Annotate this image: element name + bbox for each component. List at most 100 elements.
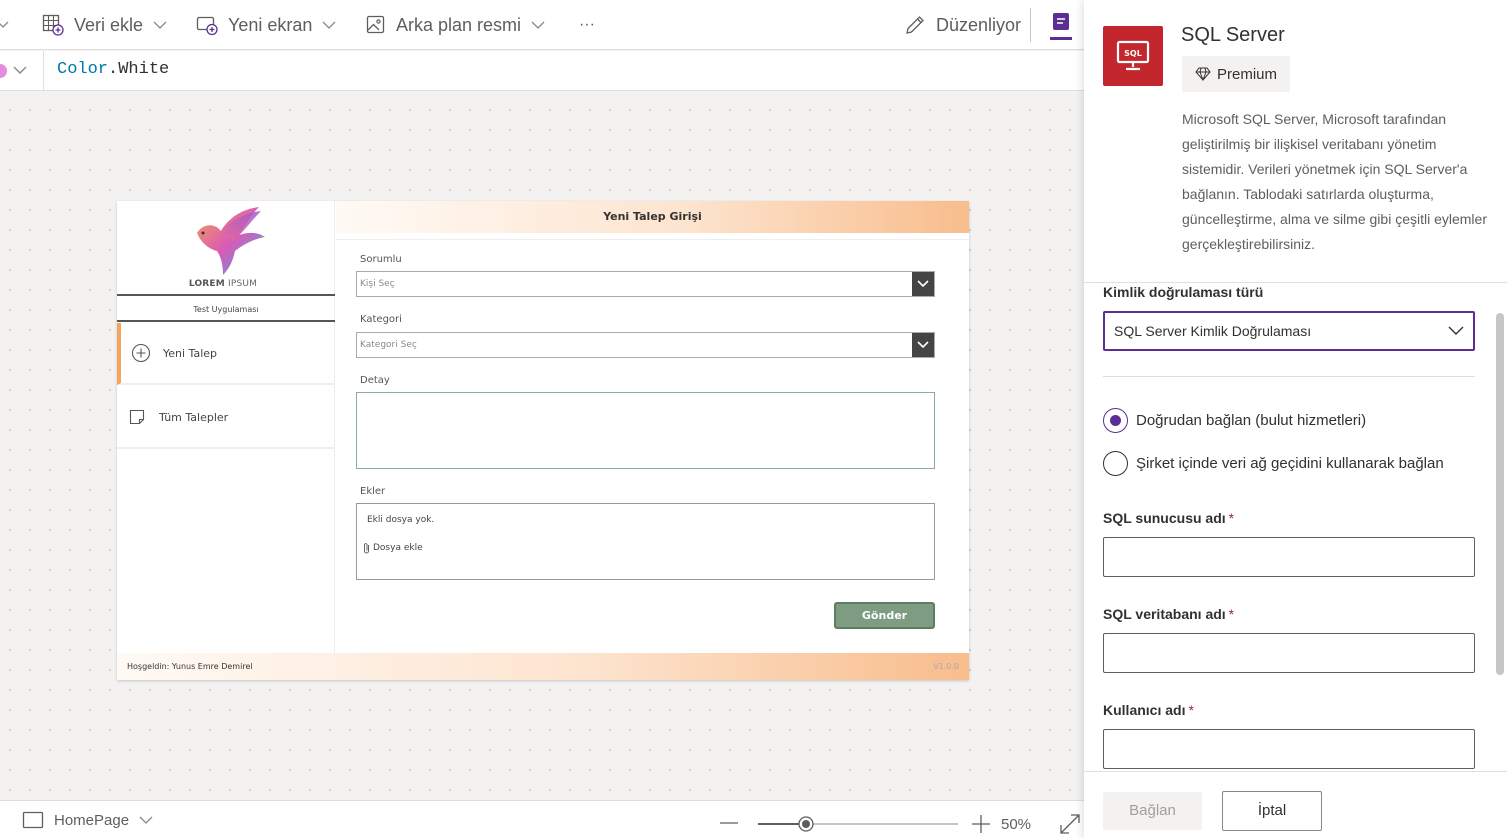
- attachments-empty: Ekli dosya yok.: [367, 515, 435, 525]
- new-screen-label: Yeni ekran: [228, 14, 313, 35]
- radio-gateway-connect[interactable]: Şirket içinde veri ağ geçidini kullanara…: [1103, 451, 1444, 476]
- note-icon: [129, 409, 145, 425]
- formula-input[interactable]: Color.White: [57, 60, 169, 79]
- welcome-text: Hoşgeldin: Yunus Emre Demirel: [127, 662, 253, 671]
- auth-type-value: SQL Server Kimlik Doğrulaması: [1114, 323, 1312, 339]
- required-mark: *: [1228, 510, 1235, 526]
- background-image-label: Arka plan resmi: [396, 14, 522, 35]
- detay-label: Detay: [360, 375, 390, 386]
- logo-text-bold: LOREM: [188, 279, 225, 289]
- radio-direct-label: Doğrudan bağlan (bulut hizmetleri): [1136, 412, 1367, 429]
- add-data-label: Veri ekle: [74, 14, 144, 35]
- more-label: ···: [579, 16, 595, 33]
- sorumlu-label: Sorumlu: [360, 254, 402, 265]
- collapse-chevron-icon[interactable]: [0, 0, 10, 50]
- connect-button[interactable]: Bağlan: [1103, 792, 1202, 830]
- required-mark: *: [1188, 702, 1194, 718]
- formula-bar: Color.White: [0, 51, 1084, 91]
- more-options-button[interactable]: ···: [579, 0, 595, 50]
- server-name-text: SQL sunucusu adı: [1103, 510, 1226, 526]
- zoom-out-icon[interactable]: [719, 813, 739, 833]
- sql-server-logo-icon: SQL: [1103, 26, 1163, 86]
- add-file-label: Dosya ekle: [373, 543, 423, 553]
- sorumlu-dropdown[interactable]: Kişi Seç: [356, 271, 935, 297]
- paperclip-icon: [364, 543, 369, 554]
- submit-button[interactable]: Gönder: [834, 602, 935, 629]
- notes-button[interactable]: [1050, 0, 1072, 50]
- logo-text: LOREM IPSUM: [117, 279, 329, 289]
- server-name-label: SQL sunucusu adı *: [1103, 510, 1234, 526]
- logo-text-light: IPSUM: [224, 279, 258, 289]
- auth-type-dropdown[interactable]: SQL Server Kimlik Doğrulaması: [1103, 311, 1475, 351]
- attachments-box[interactable]: Ekli dosya yok. Dosya ekle: [356, 503, 935, 580]
- sorumlu-placeholder: Kişi Seç: [360, 279, 395, 289]
- panel-scrollbar[interactable]: [1496, 313, 1504, 675]
- ekler-label: Ekler: [360, 486, 386, 497]
- section-divider: [1084, 282, 1507, 283]
- color-swatch-icon: [0, 64, 27, 78]
- svg-text:SQL: SQL: [1124, 49, 1142, 58]
- screen-icon: [22, 811, 44, 829]
- new-screen-icon: [196, 16, 218, 36]
- nav-item-label: Yeni Talep: [163, 346, 217, 360]
- toolbar-divider: [1030, 8, 1031, 42]
- zoom-level: 50%: [1001, 816, 1032, 833]
- screen-selector[interactable]: HomePage: [22, 811, 153, 829]
- premium-badge: Premium: [1182, 56, 1290, 92]
- bird-logo-icon: [197, 207, 265, 275]
- username-text: Kullanıcı adı: [1103, 702, 1186, 718]
- new-screen-button[interactable]: Yeni ekran: [196, 0, 336, 50]
- server-name-input[interactable]: [1103, 537, 1475, 577]
- app-preview[interactable]: LOREM IPSUM Test Uygulaması Yeni Talep T…: [117, 201, 969, 680]
- connector-description: Microsoft SQL Server, Microsoft tarafınd…: [1182, 111, 1487, 252]
- add-data-button[interactable]: Veri ekle: [42, 0, 167, 50]
- premium-label: Premium: [1217, 65, 1278, 83]
- chevron-down-icon: [139, 816, 153, 824]
- fit-to-screen-icon[interactable]: [1059, 813, 1081, 835]
- radio-direct-connect[interactable]: Doğrudan bağlan (bulut hizmetleri): [1103, 408, 1366, 433]
- database-name-input[interactable]: [1103, 633, 1475, 673]
- kategori-dropdown[interactable]: Kategori Seç: [356, 332, 935, 358]
- chevron-down-icon: [1448, 326, 1464, 335]
- background-image-button[interactable]: Arka plan resmi: [366, 0, 545, 50]
- auth-type-label: Kimlik doğrulaması türü: [1103, 284, 1264, 300]
- cancel-button[interactable]: İptal: [1222, 791, 1322, 831]
- app-sidebar: LOREM IPSUM Test Uygulaması Yeni Talep T…: [117, 201, 335, 653]
- username-input[interactable]: [1103, 729, 1475, 769]
- kategori-placeholder: Kategori Seç: [360, 340, 417, 350]
- version-text: V1.0.0: [933, 662, 959, 671]
- diamond-icon: [1195, 67, 1211, 81]
- username-label: Kullanıcı adı *: [1103, 702, 1194, 718]
- chevron-down-icon: [531, 21, 545, 29]
- nav-item-label: Tüm Talepler: [159, 410, 229, 424]
- property-selector[interactable]: [0, 51, 44, 91]
- app-footer: Hoşgeldin: Yunus Emre Demirel V1.0.0: [117, 653, 969, 680]
- nav-item-tum-talepler[interactable]: Tüm Talepler: [117, 387, 335, 449]
- app-header: Yeni Talep Girişi: [336, 201, 969, 233]
- chevron-down-icon: [912, 272, 934, 296]
- request-form: Sorumlu Kişi Seç Kategori Kategori Seç D…: [336, 239, 969, 653]
- chevron-down-icon: [153, 21, 167, 29]
- required-mark: *: [1228, 606, 1235, 622]
- editing-mode-button[interactable]: Düzenliyor: [904, 0, 1021, 50]
- image-icon: [366, 15, 385, 34]
- nav-item-yeni-talep[interactable]: Yeni Talep: [117, 323, 335, 385]
- add-file-link[interactable]: Dosya ekle: [363, 542, 423, 554]
- panel-footer: Bağlan İptal: [1084, 771, 1507, 838]
- connection-panel: SQL SQL Server Premium Microsoft SQL Ser…: [1084, 0, 1507, 838]
- editing-mode-label: Düzenliyor: [936, 14, 1022, 35]
- kategori-label: Kategori: [360, 314, 402, 325]
- database-name-text: SQL veritabanı adı: [1103, 606, 1226, 622]
- chevron-down-icon: [322, 21, 336, 29]
- zoom-in-icon[interactable]: [971, 814, 991, 834]
- notes-icon: [1050, 13, 1072, 40]
- radio-unselected-icon: [1103, 451, 1128, 476]
- detay-textarea[interactable]: [356, 392, 935, 469]
- command-bar: Veri ekle Yeni ekran Arka plan resmi ···…: [0, 0, 1084, 50]
- screen-name: HomePage: [54, 811, 130, 829]
- app-logo: LOREM IPSUM: [117, 201, 335, 296]
- formula-property: White: [118, 60, 170, 79]
- zoom-slider[interactable]: [758, 814, 958, 834]
- app-subtitle: Test Uygulaması: [117, 298, 335, 322]
- connector-title: SQL Server: [1181, 24, 1285, 46]
